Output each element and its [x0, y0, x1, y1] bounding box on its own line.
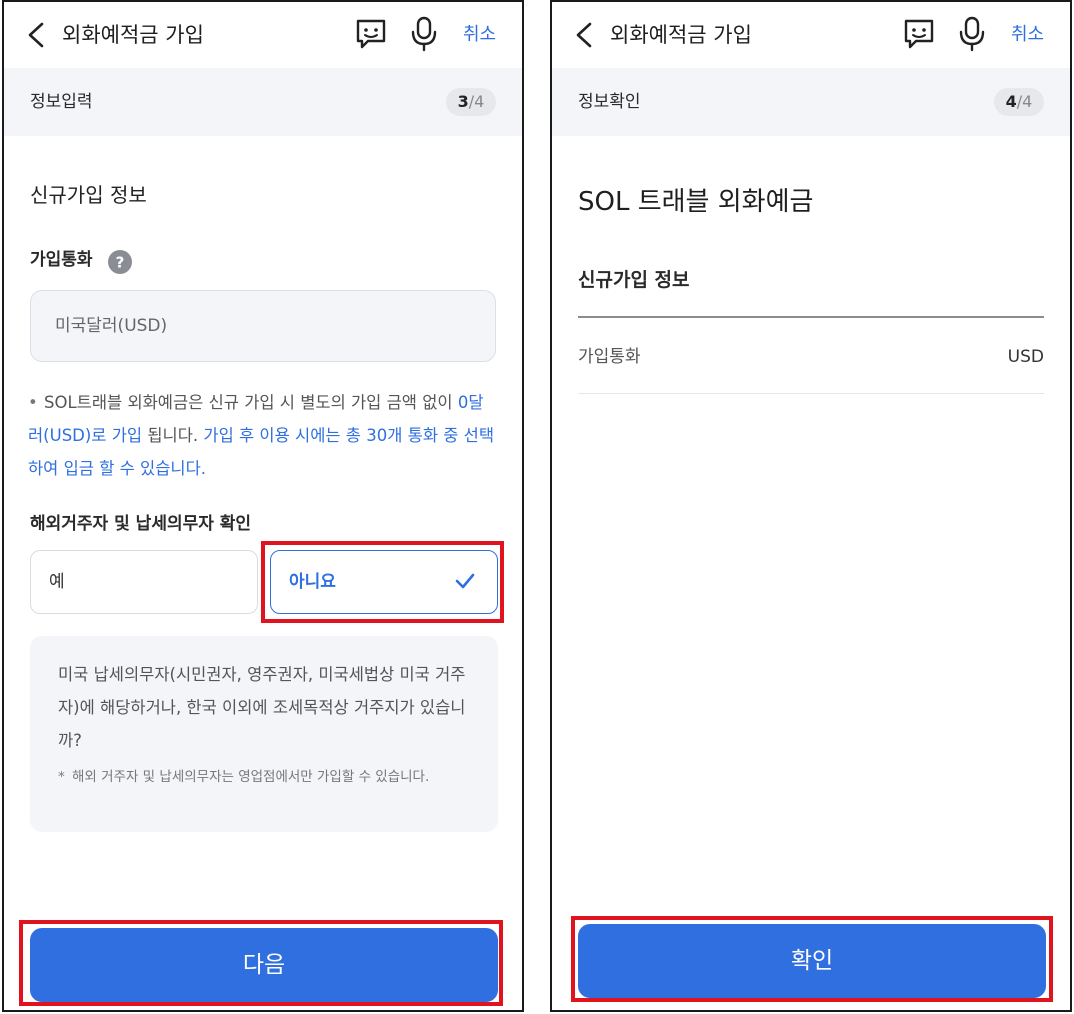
tax-info-box: 미국 납세의무자(시민권자, 영주권자, 미국세법상 미국 거주자)에 해당하거…	[30, 636, 498, 832]
screen-info-input: 외화예적금 가입 취소 정보입력 3/4 신규가입 정보 가입통화 ? 미국달러…	[2, 0, 524, 1012]
chat-bubble-icon[interactable]	[902, 18, 936, 50]
step-total: 4	[1022, 92, 1033, 111]
residency-label: 해외거주자 및 납세의무자 확인	[30, 514, 252, 534]
help-question-icon[interactable]: ?	[108, 250, 132, 274]
row-divider	[578, 393, 1044, 394]
step-title: 정보확인	[578, 92, 641, 112]
microphone-icon[interactable]	[957, 16, 987, 52]
currency-label: 가입통화	[30, 250, 93, 270]
highlight-confirm-button	[571, 916, 1053, 1002]
currency-row-value: USD	[1007, 347, 1044, 367]
currency-field: 미국달러(USD)	[30, 290, 496, 362]
svg-text:?: ?	[116, 254, 125, 272]
step-total: 4	[474, 92, 485, 111]
back-chevron-icon[interactable]	[24, 20, 48, 50]
step-title: 정보입력	[30, 92, 93, 112]
page-title: 외화예적금 가입	[610, 23, 752, 47]
currency-note: • SOL트래블 외화예금은 신규 가입 시 별도의 가입 금액 없이 0달러(U…	[28, 393, 495, 478]
step-counter: 3/4	[446, 88, 496, 116]
currency-row-label: 가입통화	[578, 347, 641, 367]
app-header: 외화예적금 가입 취소	[552, 2, 1070, 68]
screen-info-confirm: 외화예적금 가입 취소 정보확인 4/4 SOL 트래블 외화예금 신규가입 정…	[550, 0, 1072, 1012]
step-current: 4	[1005, 92, 1017, 111]
step-indicator-bar: 정보입력 3/4	[4, 68, 522, 136]
step-indicator-bar: 정보확인 4/4	[552, 68, 1070, 136]
microphone-icon[interactable]	[409, 16, 439, 52]
step-current: 3	[457, 92, 469, 111]
step-counter: 4/4	[994, 88, 1044, 116]
section-title: 신규가입 정보	[30, 183, 147, 207]
tax-footnote: * 해외 거주자 및 납세의무자는 영업점에서만 가입할 수 있습니다.	[58, 769, 430, 785]
tax-question: 미국 납세의무자(시민권자, 영주권자, 미국세법상 미국 거주자)에 해당하거…	[58, 665, 466, 750]
highlight-next-button	[19, 920, 503, 1006]
page-title: 외화예적금 가입	[62, 23, 204, 47]
back-chevron-icon[interactable]	[572, 20, 596, 50]
product-title: SOL 트래블 외화예금	[578, 187, 814, 217]
section-title: 신규가입 정보	[578, 269, 690, 291]
chat-bubble-icon[interactable]	[354, 18, 388, 50]
residency-yes-option[interactable]: 예	[30, 550, 258, 614]
section-divider	[578, 316, 1044, 318]
cancel-button[interactable]: 취소	[1011, 20, 1044, 50]
highlight-no-option	[261, 541, 504, 623]
cancel-button[interactable]: 취소	[463, 20, 496, 50]
app-header: 외화예적금 가입 취소	[4, 2, 522, 68]
